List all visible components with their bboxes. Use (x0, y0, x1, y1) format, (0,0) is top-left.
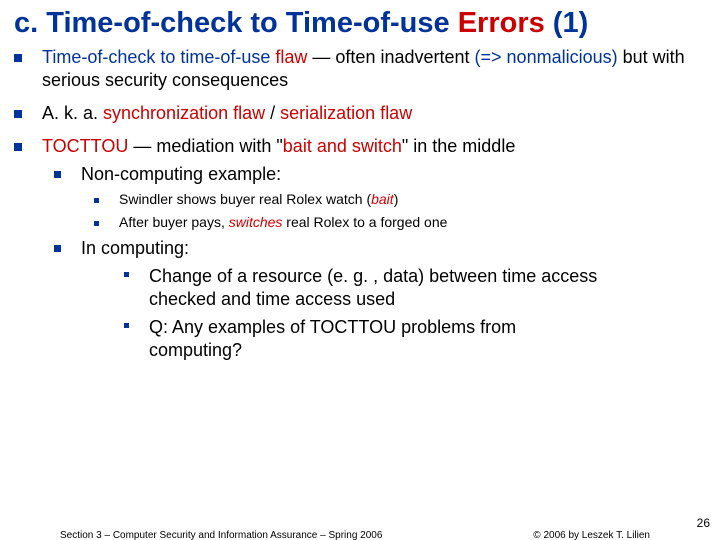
bullet-icon (124, 272, 129, 277)
bullet-3-2-2: Q: Any examples of TOCTTOU problems from… (124, 316, 706, 362)
bullet-3-2-text: In computing: (81, 237, 189, 260)
bullet-2-text: A. k. a. synchronization flaw / serializ… (42, 102, 412, 125)
bullet-3: TOCTTOU — mediation with "bait and switc… (14, 135, 706, 158)
bullet-1: Time-of-check to time-of-use flaw — ofte… (14, 46, 706, 92)
title-prefix: c. (14, 7, 46, 39)
slide: c. Time-of-check to Time-of-use Errors (… (0, 0, 720, 540)
b1-b: flaw (275, 47, 307, 67)
bullet-3-2-2-text: Q: Any examples of TOCTTOU problems from… (149, 316, 609, 362)
bullet-3-1-2: After buyer pays, switches real Rolex to… (94, 214, 706, 232)
slide-title: c. Time-of-check to Time-of-use Errors (… (14, 8, 706, 40)
b2-a: A. k. a. (42, 103, 103, 123)
bullet-icon (94, 198, 99, 203)
b3-a: TOCTTOU (42, 136, 128, 156)
bullet-3-1-1: Swindler shows buyer real Rolex watch (b… (94, 191, 706, 209)
bullet-2: A. k. a. synchronization flaw / serializ… (14, 102, 706, 125)
b312-a: After buyer pays, (119, 214, 229, 230)
title-main-a: Time-of-check to Time-of-use (46, 7, 457, 39)
title-errors: Errors (458, 7, 545, 39)
b311-b: bait (371, 191, 394, 207)
bullet-icon (14, 110, 22, 118)
title-suffix: (1) (545, 7, 589, 39)
bullet-3-1-2-text: After buyer pays, switches real Rolex to… (119, 214, 447, 232)
b312-b: switches (229, 214, 283, 230)
bullet-1-text: Time-of-check to time-of-use flaw — ofte… (42, 46, 706, 92)
bullet-list: Time-of-check to time-of-use flaw — ofte… (14, 46, 706, 362)
bullet-3-1-1-text: Swindler shows buyer real Rolex watch (b… (119, 191, 398, 209)
footer-left: Section 3 – Computer Security and Inform… (60, 530, 382, 540)
bullet-3-1: Non-computing example: (54, 163, 706, 186)
b1-c: — often inadvertent (307, 47, 474, 67)
bullet-icon (14, 143, 22, 151)
b1-d: (=> nonmalicious) (475, 47, 618, 67)
bullet-icon (94, 221, 99, 226)
bullet-icon (54, 171, 61, 178)
b2-c: / (265, 103, 280, 123)
bullet-3-text: TOCTTOU — mediation with "bait and switc… (42, 135, 515, 158)
b3-b: — mediation with " (128, 136, 282, 156)
b311-c: ) (394, 191, 399, 207)
b2-b: synchronization flaw (103, 103, 265, 123)
bullet-3-2-1: Change of a resource (e. g. , data) betw… (124, 265, 706, 311)
bullet-3-1-text: Non-computing example: (81, 163, 281, 186)
b311-a: Swindler shows buyer real Rolex watch ( (119, 191, 371, 207)
b312-c: real Rolex to a forged one (282, 214, 447, 230)
page-number: 26 (697, 516, 710, 530)
b1-a: Time-of-check to time-of-use (42, 47, 275, 67)
b3-d: " in the middle (402, 136, 515, 156)
b2-d: serialization flaw (280, 103, 412, 123)
footer-right: © 2006 by Leszek T. Lilien (533, 530, 650, 540)
bullet-icon (54, 245, 61, 252)
bullet-3-2: In computing: (54, 237, 706, 260)
bullet-icon (124, 323, 129, 328)
b3-c: bait and switch (283, 136, 402, 156)
bullet-3-2-1-text: Change of a resource (e. g. , data) betw… (149, 265, 609, 311)
bullet-icon (14, 54, 22, 62)
